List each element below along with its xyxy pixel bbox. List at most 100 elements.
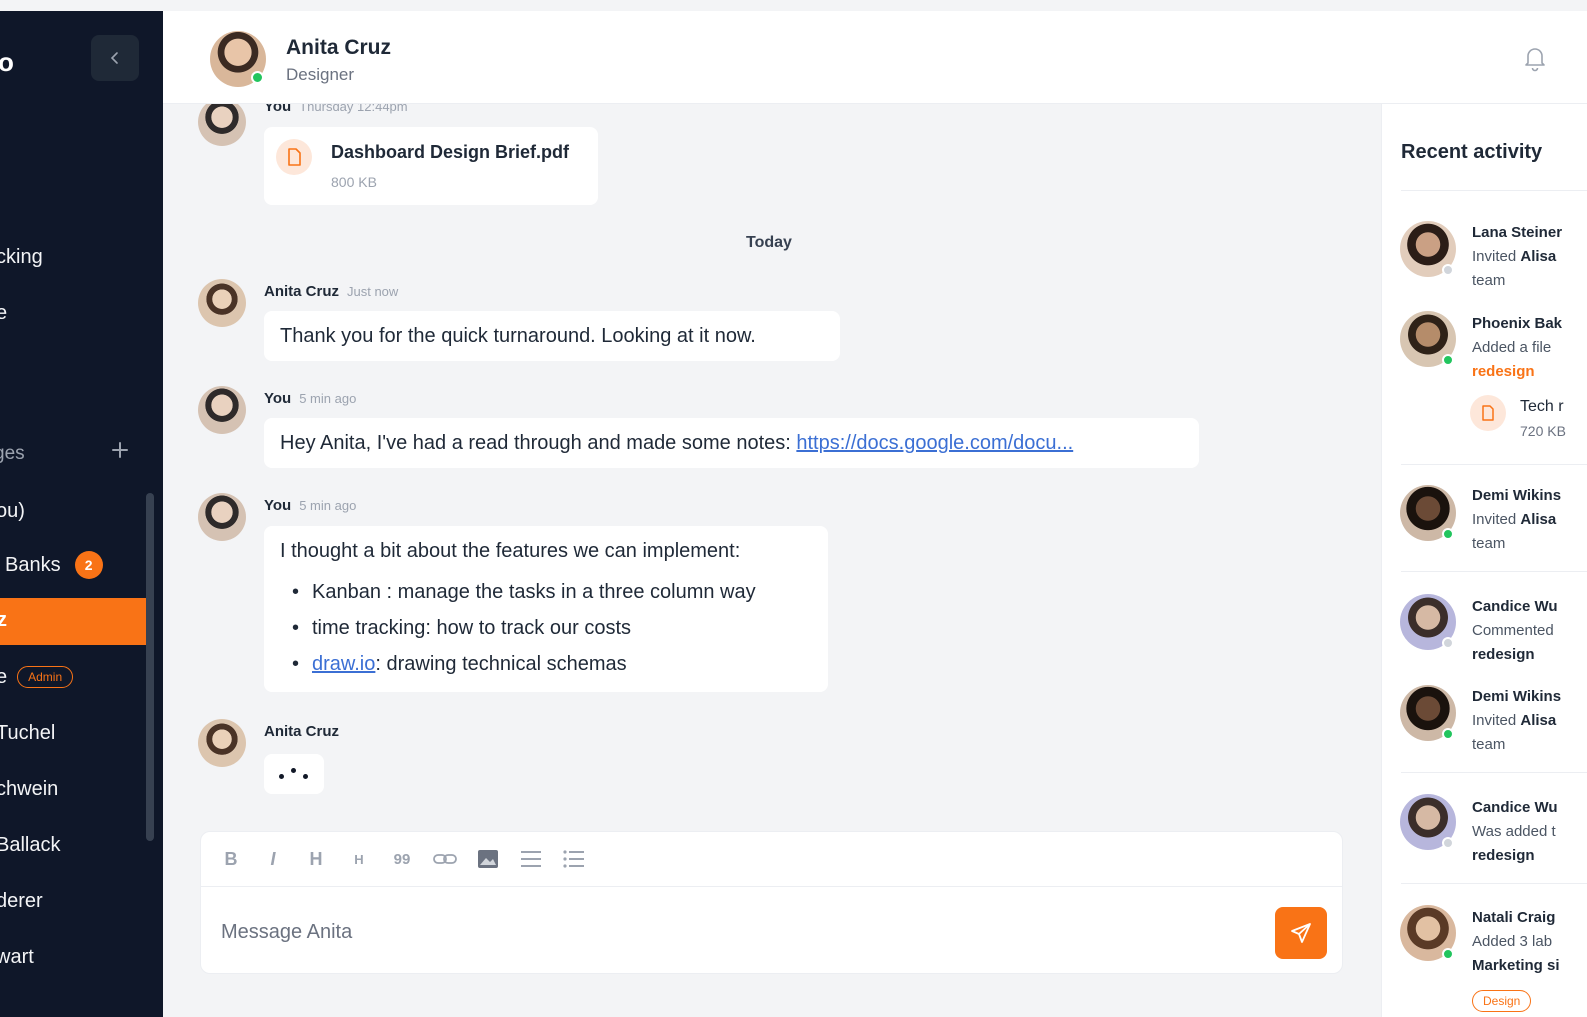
status-dot <box>1442 728 1454 740</box>
author-name: Anita Cruz <box>264 283 339 300</box>
dm-item-ballack[interactable]: Ballack <box>0 831 60 859</box>
activity-target[interactable]: redesign <box>1472 646 1535 663</box>
divider <box>1401 190 1587 191</box>
activity-text-strong: Alisa <box>1520 712 1557 729</box>
dm-item-admin[interactable]: e Admin <box>0 663 74 691</box>
drawio-link[interactable]: draw.io <box>312 653 375 675</box>
activity-user[interactable]: Demi Wikins <box>1472 688 1561 705</box>
sidebar-item-2[interactable]: e <box>0 299 7 327</box>
image-button[interactable] <box>476 847 500 871</box>
bell-icon[interactable] <box>1522 44 1548 72</box>
divider <box>1401 464 1587 465</box>
dm-item-wart[interactable]: wart <box>0 943 34 971</box>
activity-user[interactable]: Lana Steiner <box>1472 224 1562 241</box>
dm-item-label: Banks <box>5 553 61 576</box>
message-text: Hey Anita, I've had a read through and m… <box>280 432 797 454</box>
dm-item-label: Tuchel <box>0 721 56 744</box>
activity-text: Invited Alisa <box>1472 248 1556 265</box>
activity-text: team <box>1472 272 1506 289</box>
dm-item-banks[interactable]: Banks 2 <box>0 551 103 579</box>
dm-item-label: chwein <box>0 777 59 800</box>
activity-text: team <box>1472 535 1506 552</box>
quote-button[interactable]: 99 <box>390 847 414 871</box>
activity-link[interactable]: redesign <box>1472 363 1535 380</box>
chat-thread: You Thursday 12:44pm Dashboard Design Bri… <box>163 104 1381 1017</box>
sidebar-item-3[interactable]: . <box>0 355 2 383</box>
avatar <box>198 279 246 327</box>
message-link[interactable]: https://docs.google.com/docu... <box>796 432 1073 454</box>
send-button[interactable] <box>1275 907 1327 959</box>
message-input[interactable] <box>221 917 1261 947</box>
divider <box>1401 571 1587 572</box>
sidebar-item-label: . <box>0 358 2 381</box>
dm-item-schwein[interactable]: chwein <box>0 775 58 803</box>
dm-item-label: derer <box>0 889 43 912</box>
activity-text-strong: Alisa <box>1520 511 1557 528</box>
status-dot <box>1442 264 1454 276</box>
list-item-text: time tracking: how to track our costs <box>312 617 632 639</box>
status-dot <box>1442 837 1454 849</box>
label-tag[interactable]: Design <box>1472 990 1532 1012</box>
author-name: Anita Cruz <box>264 723 339 740</box>
divider <box>1401 772 1587 773</box>
dm-item-active[interactable]: z <box>0 598 149 645</box>
unread-badge: 2 <box>74 551 103 579</box>
dm-item-you[interactable]: ou) <box>0 497 25 525</box>
message-composer: B I H H 99 <box>200 831 1343 974</box>
bullet-list-button[interactable] <box>519 847 543 871</box>
activity-target[interactable]: redesign <box>1472 847 1535 864</box>
sidebar-item-label: e <box>0 301 8 324</box>
message-time: 5 min ago <box>299 498 357 513</box>
messages-section-label: ges <box>0 443 25 464</box>
link-icon <box>433 854 457 864</box>
file-size: 720 KB <box>1520 423 1566 439</box>
author-name: You <box>264 390 292 407</box>
dm-item-tuchel[interactable]: Tuchel <box>0 719 55 747</box>
contact-name: Anita Cruz <box>286 36 391 59</box>
file-name: Dashboard Design Brief.pdf <box>331 142 570 162</box>
message-bubble: Hey Anita, I've had a read through and m… <box>264 418 1199 468</box>
activity-user[interactable]: Natali Craig <box>1472 909 1555 926</box>
numbered-list-button[interactable] <box>562 847 586 871</box>
status-dot <box>1442 528 1454 540</box>
file-attachment[interactable]: Dashboard Design Brief.pdf 800 KB <box>264 127 598 205</box>
file-icon <box>276 139 312 175</box>
heading-button[interactable]: H <box>304 847 328 871</box>
contact-role: Designer <box>286 65 355 84</box>
activity-target[interactable]: Marketing si <box>1472 957 1560 974</box>
message-author: You 5 min ago <box>264 390 356 407</box>
status-dot <box>1442 637 1454 649</box>
admin-badge: Admin <box>17 666 74 688</box>
numbered-list-icon <box>563 850 584 868</box>
sidebar-scrollbar[interactable] <box>146 493 154 841</box>
sidebar-item-tracking[interactable]: cking <box>0 243 43 271</box>
list-item: Kanban : manage the tasks in a three col… <box>280 574 812 610</box>
activity-user[interactable]: Phoenix Bak <box>1472 315 1562 332</box>
bold-button[interactable]: B <box>219 847 243 871</box>
sidebar-collapse-button[interactable] <box>91 35 139 81</box>
subheading-button[interactable]: H <box>347 847 371 871</box>
activity-text-part: Invited <box>1472 511 1521 528</box>
chevron-left-icon <box>110 52 118 64</box>
file-name[interactable]: Tech r <box>1520 398 1564 416</box>
list-item: time tracking: how to track our costs <box>280 610 812 646</box>
activity-user[interactable]: Demi Wikins <box>1472 487 1561 504</box>
avatar <box>198 719 246 767</box>
bullet-list-icon <box>521 851 541 867</box>
link-button[interactable] <box>433 847 457 871</box>
activity-text: Commented <box>1472 622 1554 639</box>
activity-user[interactable]: Candice Wu <box>1472 799 1558 816</box>
message-author: Anita Cruz Just now <box>264 283 398 300</box>
dm-item-fragment: e <box>0 665 8 688</box>
activity-text: Invited Alisa <box>1472 712 1556 729</box>
add-icon[interactable] <box>110 440 130 460</box>
feature-list: Kanban : manage the tasks in a three col… <box>280 574 812 682</box>
activity-text-part: Invited <box>1472 248 1521 265</box>
status-dot <box>1442 948 1454 960</box>
italic-button[interactable]: I <box>261 847 285 871</box>
dm-item-derer[interactable]: derer <box>0 887 43 915</box>
send-icon <box>1291 923 1311 943</box>
sidebar: o cking e . ges ou) Banks 2 z e Admin Tu… <box>0 11 163 1017</box>
avatar <box>198 104 246 146</box>
activity-user[interactable]: Candice Wu <box>1472 598 1558 615</box>
